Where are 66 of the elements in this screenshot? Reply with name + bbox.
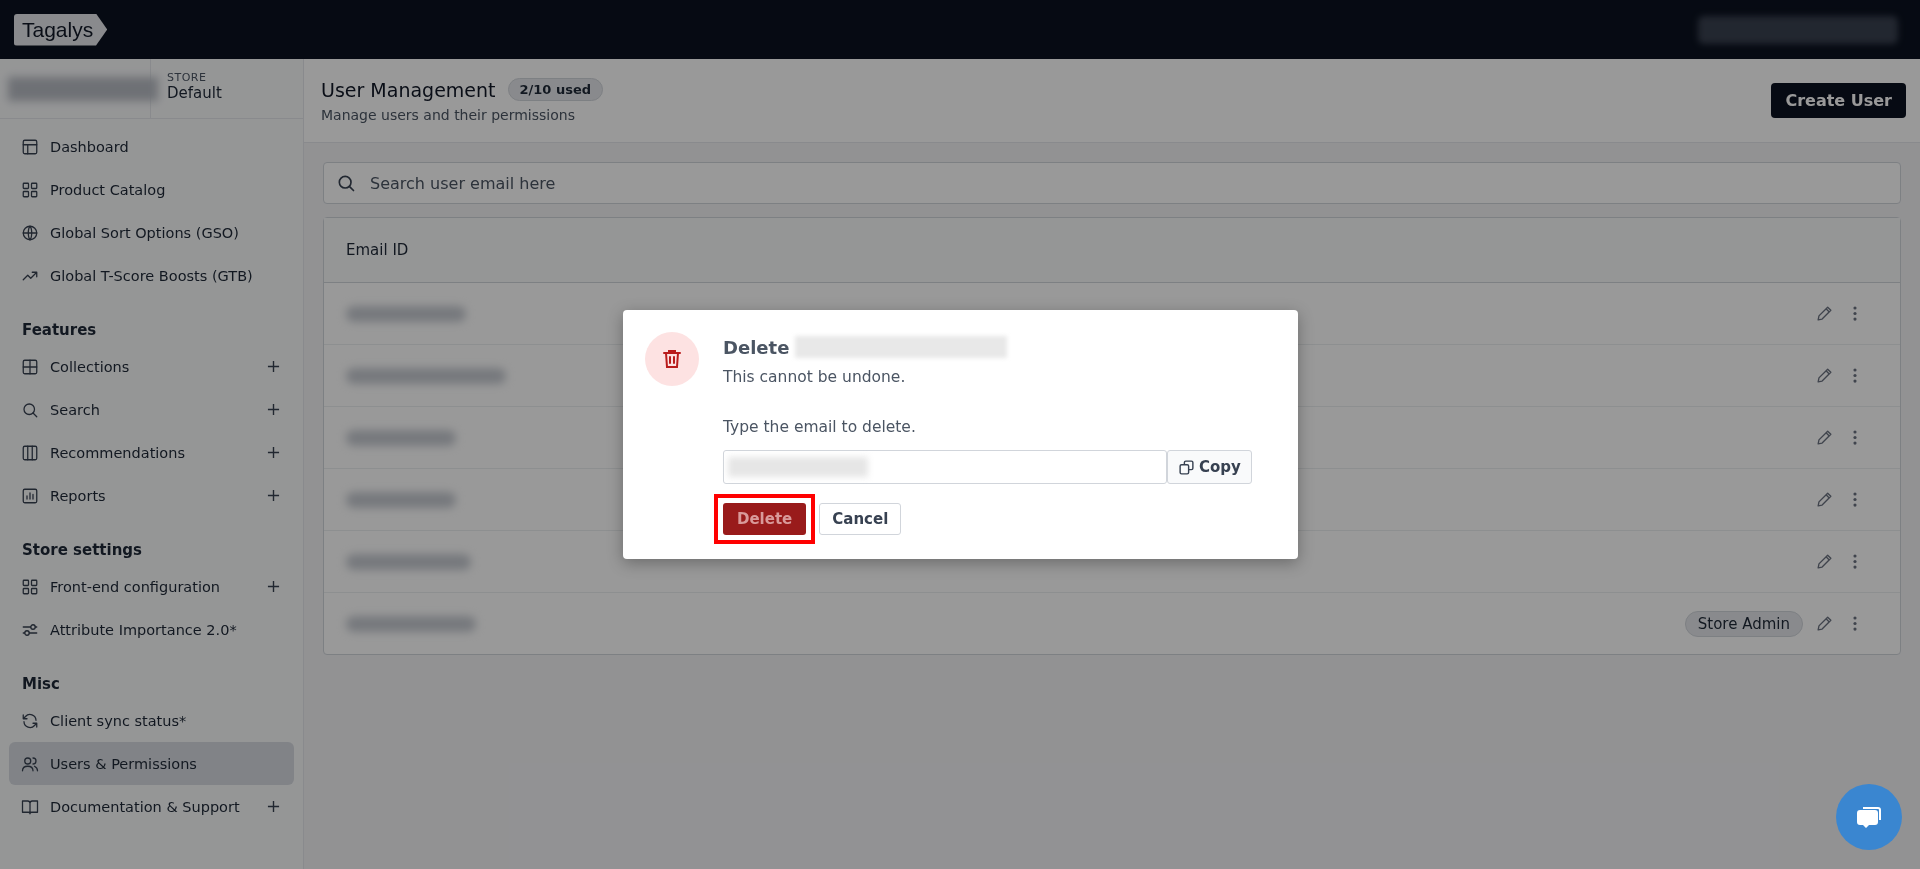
plus-icon[interactable] bbox=[267, 403, 280, 416]
dialog-message: This cannot be undone. bbox=[723, 368, 907, 386]
search-icon bbox=[21, 400, 39, 419]
more-icon[interactable] bbox=[1852, 614, 1858, 633]
page-subtitle: Manage users and their permissions bbox=[321, 107, 576, 123]
more-icon[interactable] bbox=[1852, 304, 1858, 323]
email-input-field[interactable] bbox=[723, 450, 1167, 484]
edit-icon[interactable] bbox=[1815, 428, 1834, 447]
trash-icon bbox=[645, 332, 699, 386]
sidebar-item[interactable]: Collections bbox=[9, 345, 294, 388]
edit-icon[interactable] bbox=[1815, 304, 1834, 323]
sync-icon bbox=[21, 711, 39, 730]
sidebar-item[interactable]: Front-end configuration bbox=[9, 565, 294, 608]
plus-icon[interactable] bbox=[267, 489, 280, 502]
layout-icon bbox=[21, 137, 39, 156]
dialog-prompt: Type the email to delete. bbox=[723, 418, 917, 436]
store-label: STORE bbox=[167, 71, 208, 84]
copy-icon bbox=[1178, 458, 1195, 476]
globe-icon bbox=[21, 223, 39, 242]
users-icon bbox=[21, 754, 39, 773]
more-icon[interactable] bbox=[1852, 428, 1858, 447]
search-icon bbox=[336, 173, 356, 193]
cancel-button[interactable]: Cancel bbox=[819, 503, 902, 535]
search-field[interactable]: Search user email here bbox=[368, 172, 1888, 194]
plus-icon[interactable] bbox=[267, 446, 280, 459]
plus-icon[interactable] bbox=[267, 580, 280, 593]
section-heading: Store settings bbox=[21, 540, 143, 561]
more-icon[interactable] bbox=[1852, 490, 1858, 509]
dialog-title: Delete bbox=[723, 336, 790, 358]
more-icon[interactable] bbox=[1852, 366, 1858, 385]
sidebar-item[interactable]: Search bbox=[9, 388, 294, 431]
sidebar-item[interactable]: Client sync status* bbox=[9, 699, 294, 742]
chart-icon bbox=[21, 486, 39, 505]
book-icon bbox=[21, 797, 39, 816]
grid-icon bbox=[21, 180, 39, 199]
sidebar-item[interactable]: Users & Permissions bbox=[9, 742, 294, 785]
copy-button[interactable]: Copy bbox=[1167, 450, 1252, 484]
columns-icon bbox=[21, 443, 39, 462]
edit-icon[interactable] bbox=[1815, 614, 1834, 633]
column-header: Email ID bbox=[346, 241, 409, 259]
sidebar-item[interactable]: Global Sort Options (GSO) bbox=[9, 211, 294, 254]
edit-icon[interactable] bbox=[1815, 490, 1834, 509]
logo[interactable]: Tagalys bbox=[14, 13, 108, 46]
sidebar-item[interactable]: Documentation & Support bbox=[9, 785, 294, 828]
create-user-button[interactable]: Create User bbox=[1771, 83, 1906, 118]
usage-badge: 2/10 used bbox=[507, 78, 604, 101]
edit-icon[interactable] bbox=[1815, 552, 1834, 571]
plus-icon[interactable] bbox=[267, 360, 280, 373]
section-heading: Features bbox=[21, 320, 98, 341]
sidebar-item[interactable]: Attribute Importance 2.0* bbox=[9, 608, 294, 651]
sidebar-item[interactable]: Recommendations bbox=[9, 431, 294, 474]
table-icon bbox=[21, 357, 39, 376]
store-selector[interactable]: STORE Default bbox=[150, 59, 303, 118]
store-value: Default bbox=[167, 84, 223, 102]
page-title: User Management bbox=[321, 78, 496, 101]
grid-icon bbox=[21, 577, 39, 596]
section-heading: Misc bbox=[21, 674, 61, 695]
edit-icon[interactable] bbox=[1815, 366, 1834, 385]
sidebar-item[interactable]: Dashboard bbox=[9, 125, 294, 168]
sidebar-item[interactable]: Reports bbox=[9, 474, 294, 517]
sidebar-item[interactable]: Global T-Score Boosts (GTB) bbox=[9, 254, 294, 297]
search-bar[interactable]: Search user email here bbox=[323, 162, 1901, 204]
role-badge: Store Admin bbox=[1684, 610, 1803, 637]
sidebar-item[interactable]: Product Catalog bbox=[9, 168, 294, 211]
more-icon[interactable] bbox=[1852, 552, 1858, 571]
plus-icon[interactable] bbox=[267, 800, 280, 813]
